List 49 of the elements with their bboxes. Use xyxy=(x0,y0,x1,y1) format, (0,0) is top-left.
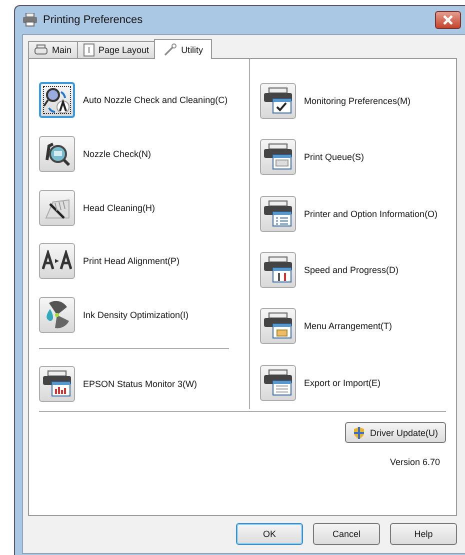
printer-icon xyxy=(263,143,293,172)
printer-icon xyxy=(263,256,293,284)
printer-icon xyxy=(263,87,293,116)
magnifier-icon xyxy=(43,140,71,168)
version-text: Version 6.70 xyxy=(390,457,440,467)
printer-icon xyxy=(42,370,72,398)
tab[interactable]: Page Layout xyxy=(76,41,156,58)
tool-button[interactable] xyxy=(260,139,296,176)
tool-label: Auto Nozzle Check and Cleaning(C) xyxy=(83,94,228,106)
tool-button[interactable] xyxy=(260,83,296,120)
driver-update-button[interactable]: Driver Update(U) xyxy=(344,422,446,443)
magnifier-icon xyxy=(43,86,71,114)
tool-button[interactable] xyxy=(39,190,75,226)
tool-button[interactable] xyxy=(260,196,296,232)
tool-label: EPSON Status Monitor 3(W) xyxy=(83,378,198,390)
shield-icon xyxy=(352,426,365,438)
printer-icon xyxy=(22,13,38,27)
tool-button[interactable] xyxy=(39,243,75,280)
printer-icon xyxy=(263,312,293,340)
tool-label: Ink Density Optimization(I) xyxy=(83,309,189,322)
tool-button[interactable] xyxy=(39,136,75,172)
printer-icon xyxy=(34,44,48,56)
tool-label: Print Head Alignment(P) xyxy=(83,255,180,268)
tool-button[interactable] xyxy=(260,364,296,401)
dialog-button[interactable]: OK xyxy=(236,523,303,545)
tool-label: Printer and Option Information(O) xyxy=(304,208,438,220)
tool-button[interactable] xyxy=(39,82,75,118)
tool-label: Monitoring Preferences(M) xyxy=(304,95,411,108)
tool-button[interactable] xyxy=(39,366,75,402)
tool-button[interactable] xyxy=(39,297,75,334)
close-button[interactable] xyxy=(435,11,461,29)
printer-icon xyxy=(263,368,293,397)
dialog-button[interactable]: Help xyxy=(390,523,457,545)
tool-label: Head Cleaning(H) xyxy=(83,202,156,214)
printer-icon xyxy=(263,200,293,228)
wrench-icon xyxy=(163,42,178,56)
tool-label: Nozzle Check(N) xyxy=(83,148,152,160)
dialog-button[interactable]: Cancel xyxy=(313,523,380,545)
tab[interactable]: Main xyxy=(28,41,78,58)
tool-button[interactable] xyxy=(260,308,296,344)
tool-label: Speed and Progress(D) xyxy=(304,264,399,276)
close-icon xyxy=(442,15,454,25)
letters-icon xyxy=(42,250,72,272)
tool-label: Export or Import(E) xyxy=(304,376,381,389)
window-title: Printing Preferences xyxy=(43,14,143,26)
tool-label: Print Queue(S) xyxy=(304,151,364,164)
tool-label: Menu Arrangement(T) xyxy=(304,320,392,333)
tab[interactable]: Utility xyxy=(154,39,212,59)
tool-button[interactable] xyxy=(260,252,296,288)
